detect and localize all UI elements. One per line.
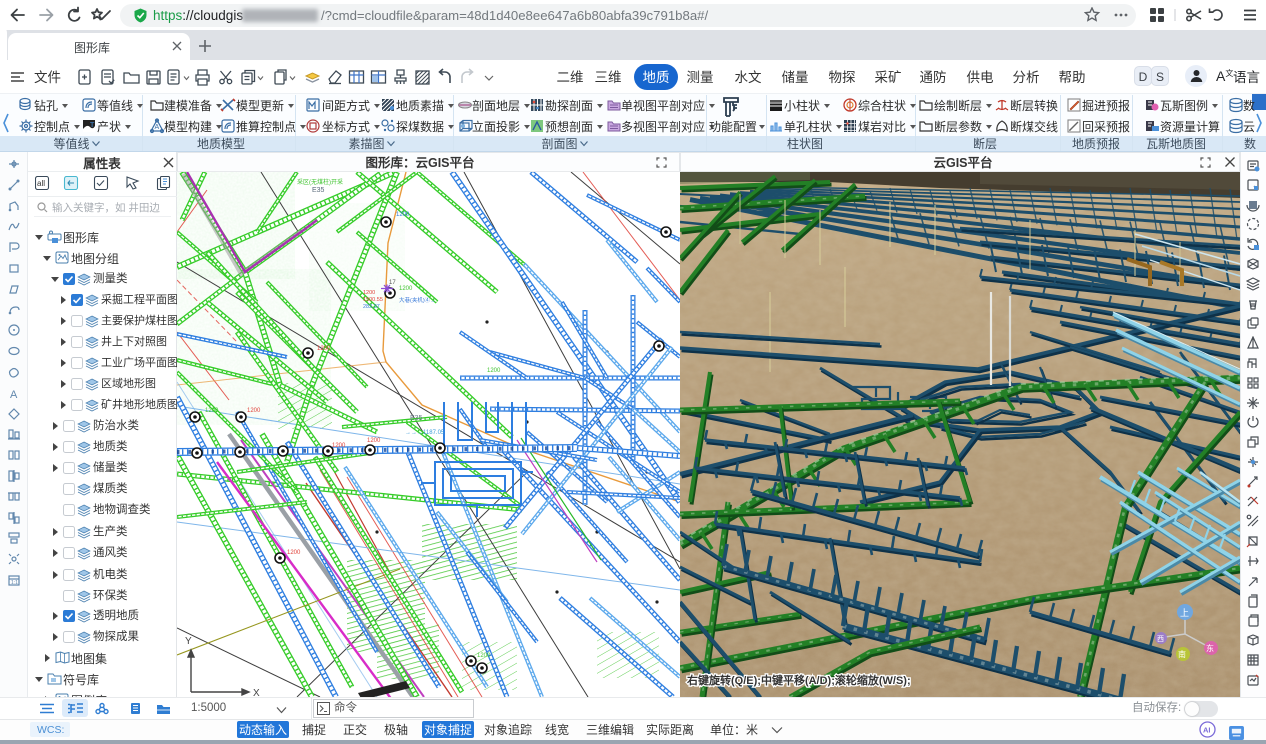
svg-text:1200: 1200 (477, 653, 491, 659)
svg-text:西: 西 (1157, 635, 1164, 643)
svg-text:E35: E35 (410, 415, 423, 422)
svg-text:右键旋转(Q/E);中键平移(A/D);滚轮缩放(W/S);: 右键旋转(Q/E);中键平移(A/D);滚轮缩放(W/S); (686, 673, 911, 687)
svg-text:上: 上 (1180, 608, 1189, 618)
svg-text:1200: 1200 (332, 443, 346, 449)
svg-text:1200: 1200 (287, 550, 301, 556)
svg-text:E35: E35 (312, 187, 325, 194)
svg-text:1500.55: 1500.55 (363, 297, 383, 303)
svg-text:Y: Y (185, 636, 192, 647)
svg-text:1200: 1200 (487, 368, 501, 374)
svg-text:T: T (90, 122, 95, 129)
svg-text:采区(无煤柱)开采: 采区(无煤柱)开采 (297, 178, 343, 186)
svg-text:1200: 1200 (399, 286, 413, 292)
svg-text:all: all (37, 179, 45, 188)
svg-text:1200: 1200 (396, 212, 410, 218)
svg-text:1200: 1200 (205, 408, 219, 414)
svg-text:1200: 1200 (367, 438, 381, 444)
svg-text:1200: 1200 (247, 408, 261, 414)
svg-text:A: A (10, 389, 18, 400)
svg-text:X: X (253, 688, 260, 697)
svg-text:南: 南 (1178, 649, 1186, 659)
svg-text:1:1: 1:1 (11, 580, 18, 586)
svg-text:282.37: 282.37 (363, 304, 380, 310)
svg-text:大巷(夹机)④→: 大巷(夹机)④→ (399, 296, 436, 304)
svg-text:1200: 1200 (317, 346, 331, 352)
svg-text:东: 东 (1206, 643, 1214, 653)
svg-text:1200: 1200 (363, 290, 375, 296)
svg-text:AI: AI (1203, 726, 1211, 735)
svg-text:A: A (155, 124, 160, 131)
svg-text:→→→1187.05: →→→1187.05 (405, 430, 445, 436)
